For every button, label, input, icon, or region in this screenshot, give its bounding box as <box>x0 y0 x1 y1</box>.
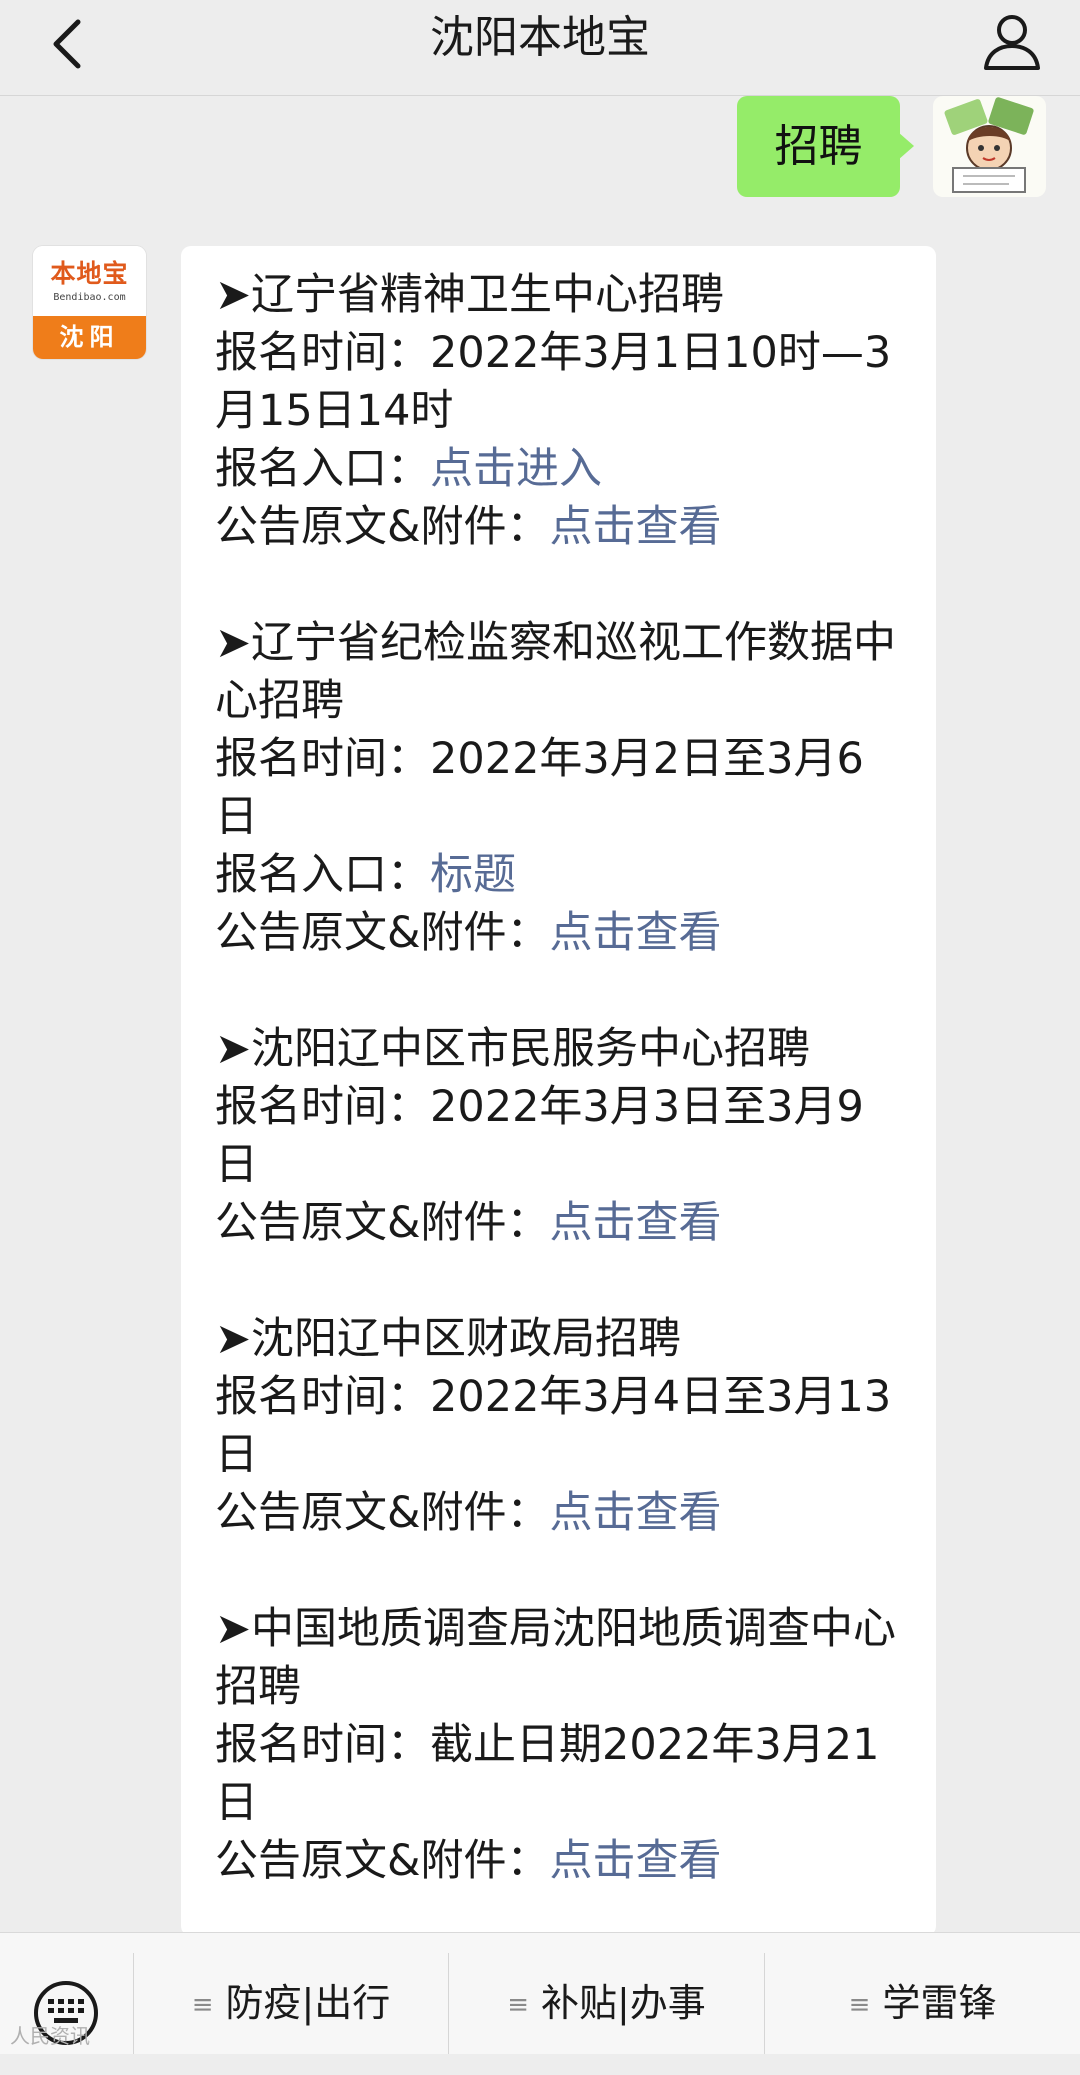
official-account-avatar[interactable]: 本地宝 Bendibao.com 沈阳 <box>33 246 146 359</box>
avatar-logo: 本地宝 Bendibao.com <box>33 246 146 316</box>
time-label: 报名时间： <box>215 328 430 378</box>
job-title: ➤沈阳辽中区市民服务中心招聘 <box>215 1024 811 1074</box>
job-notice: 公告原文&附件：点击查看 <box>215 904 905 962</box>
time-label: 报名时间： <box>215 1372 430 1422</box>
cartoon-avatar-icon <box>944 97 1034 193</box>
notice-label: 公告原文&附件： <box>215 908 550 958</box>
notice-label: 公告原文&附件： <box>215 1836 550 1886</box>
notice-link[interactable]: 点击查看 <box>550 502 722 552</box>
menu-item-epidemic-travel[interactable]: ≡ 防疫|出行 <box>134 1933 448 2054</box>
job-item: ➤中国地质调查局沈阳地质调查中心招聘 报名时间：截止日期2022年3月21日 公… <box>215 1600 905 1890</box>
job-time: 报名时间：2022年3月4日至3月13日 <box>215 1368 905 1484</box>
user-avatar[interactable] <box>933 96 1046 197</box>
job-notice: 公告原文&附件：点击查看 <box>215 498 905 556</box>
job-list: ➤辽宁省精神卫生中心招聘 报名时间：2022年3月1日10时—3月15日14时 … <box>215 266 905 1948</box>
menu-item-subsidy-affairs[interactable]: ≡ 补贴|办事 <box>449 1933 764 2054</box>
menu-lines-icon: ≡ <box>191 1990 214 2020</box>
job-title: ➤沈阳辽中区财政局招聘 <box>215 1314 682 1364</box>
job-item: ➤辽宁省纪检监察和巡视工作数据中心招聘 报名时间：2022年3月2日至3月6日 … <box>215 614 905 962</box>
brand-city: 沈阳 <box>33 316 146 359</box>
bottom-menu-bar: ≡ 防疫|出行 ≡ 补贴|办事 ≡ 学雷锋 <box>0 1932 1080 2054</box>
notice-link[interactable]: 点击查看 <box>550 1488 722 1538</box>
job-item: ➤辽宁省精神卫生中心招聘 报名时间：2022年3月1日10时—3月15日14时 … <box>215 266 905 556</box>
job-time: 报名时间：2022年3月1日10时—3月15日14时 <box>215 324 905 440</box>
notice-label: 公告原文&附件： <box>215 1198 550 1248</box>
user-message-bubble[interactable]: 招聘 <box>737 96 914 197</box>
job-title: ➤辽宁省纪检监察和巡视工作数据中心招聘 <box>215 618 897 726</box>
menu-label: 补贴|办事 <box>540 1981 706 2025</box>
menu-lines-icon: ≡ <box>848 1990 871 2020</box>
job-entry: 报名入口：点击进入 <box>215 440 905 498</box>
time-label: 报名时间： <box>215 734 430 784</box>
menu-lines-icon: ≡ <box>507 1990 529 2020</box>
job-item: ➤沈阳辽中区财政局招聘 报名时间：2022年3月4日至3月13日 公告原文&附件… <box>215 1310 905 1542</box>
notice-link[interactable]: 点击查看 <box>550 908 722 958</box>
job-notice: 公告原文&附件：点击查看 <box>215 1484 905 1542</box>
user-profile-icon[interactable] <box>980 10 1044 74</box>
job-notice: 公告原文&附件：点击查看 <box>215 1194 905 1252</box>
time-label: 报名时间： <box>215 1082 430 1132</box>
menu-item-lei-feng[interactable]: ≡ 学雷锋 <box>765 1933 1080 2054</box>
job-time: 报名时间：截止日期2022年3月21日 <box>215 1716 905 1832</box>
brand-name: 本地宝 <box>50 259 129 288</box>
job-title: ➤辽宁省精神卫生中心招聘 <box>215 270 725 320</box>
job-time: 报名时间：2022年3月2日至3月6日 <box>215 730 905 846</box>
entry-label: 报名入口： <box>215 850 430 900</box>
notice-link[interactable]: 点击查看 <box>550 1836 722 1886</box>
top-nav-bar: 沈阳本地宝 <box>0 0 1080 96</box>
notice-label: 公告原文&附件： <box>215 502 550 552</box>
entry-link[interactable]: 点击进入 <box>430 444 602 494</box>
job-entry: 报名入口：标题 <box>215 846 905 904</box>
menu-label: 防疫|出行 <box>225 1981 391 2025</box>
chat-title: 沈阳本地宝 <box>430 12 650 63</box>
bot-message-card: ➤辽宁省精神卫生中心招聘 报名时间：2022年3月1日10时—3月15日14时 … <box>181 246 936 1936</box>
watermark: 人民资讯 <box>10 2024 90 2048</box>
job-item: ➤沈阳辽中区市民服务中心招聘 报名时间：2022年3月3日至3月9日 公告原文&… <box>215 1020 905 1252</box>
job-notice: 公告原文&附件：点击查看 <box>215 1832 905 1890</box>
notice-label: 公告原文&附件： <box>215 1488 550 1538</box>
job-time: 报名时间：2022年3月3日至3月9日 <box>215 1078 905 1194</box>
menu-label: 学雷锋 <box>882 1981 997 2025</box>
job-title: ➤中国地质调查局沈阳地质调查中心招聘 <box>215 1604 897 1712</box>
entry-link[interactable]: 标题 <box>430 850 516 900</box>
brand-url: Bendibao.com <box>53 292 126 303</box>
notice-link[interactable]: 点击查看 <box>550 1198 722 1248</box>
time-label: 报名时间： <box>215 1720 430 1770</box>
entry-label: 报名入口： <box>215 444 430 494</box>
